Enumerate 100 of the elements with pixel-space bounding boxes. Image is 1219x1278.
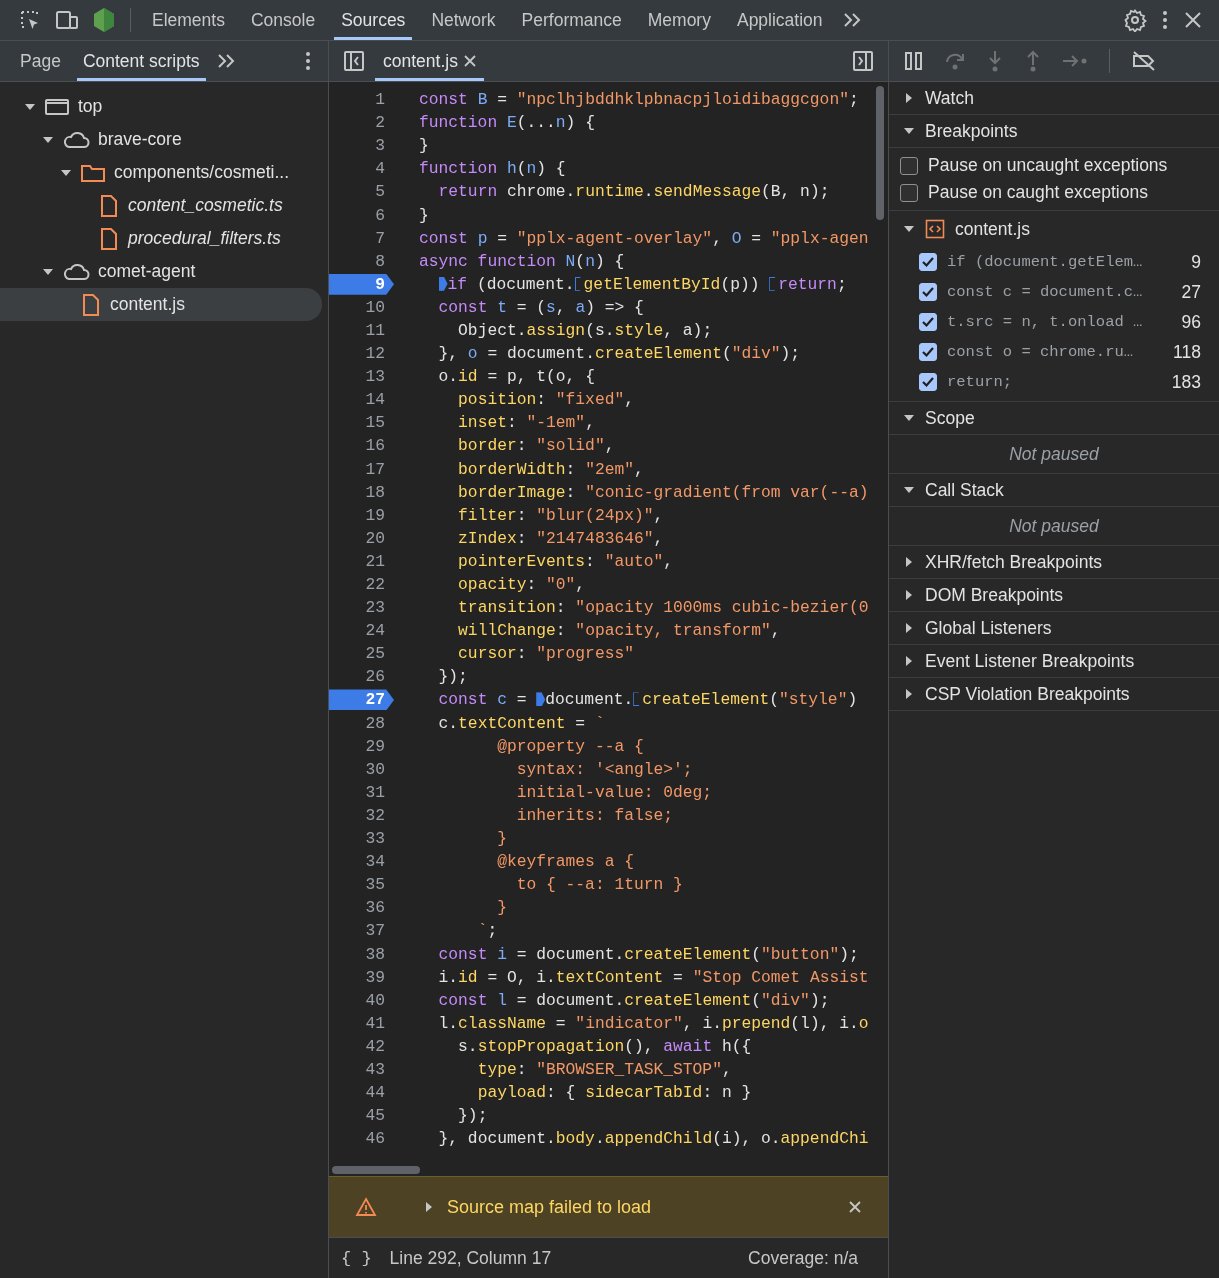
panel-tab[interactable]: Network: [424, 0, 503, 40]
line-number[interactable]: 14: [329, 389, 394, 411]
tree-label[interactable]: procedural_filters.ts: [128, 228, 281, 249]
line-number[interactable]: 30: [329, 758, 394, 780]
line-number[interactable]: 33: [329, 828, 394, 850]
line-number[interactable]: 38: [329, 943, 394, 965]
sidebar-toggle-icon[interactable]: [852, 50, 874, 72]
chevrons-icon[interactable]: [215, 52, 236, 70]
line-number[interactable]: 11: [329, 320, 394, 341]
line-number[interactable]: 42: [329, 1035, 394, 1057]
line-number[interactable]: 29: [329, 735, 394, 757]
tree-label[interactable]: content.js: [110, 294, 185, 315]
chevrons-icon[interactable]: [841, 11, 862, 29]
line-number[interactable]: 36: [329, 897, 394, 919]
tree-label[interactable]: components/cosmeti...: [114, 162, 290, 183]
code-line: }, document.body.appendChild(i), o.appendChi: [437, 1129, 869, 1149]
section-header[interactable]: Event Listener Breakpoints: [889, 645, 1219, 678]
sidebar-toggle-icon[interactable]: [343, 50, 365, 72]
line-number[interactable]: 35: [329, 874, 394, 896]
line-number[interactable]: 18: [329, 481, 394, 503]
line-number[interactable]: 37: [329, 920, 394, 942]
code-line: @property --a {: [496, 736, 644, 756]
line-number[interactable]: 26: [329, 666, 394, 688]
section-header[interactable]: Call Stack: [889, 474, 1219, 507]
line-number[interactable]: 23: [329, 597, 394, 619]
close-icon[interactable]: [848, 1200, 862, 1214]
line-number[interactable]: 3: [329, 135, 394, 157]
line-number[interactable]: 46: [329, 1128, 394, 1150]
line-number[interactable]: 25: [329, 643, 394, 665]
panel-tab[interactable]: Elements: [145, 0, 232, 40]
checkbox[interactable]: [900, 183, 918, 202]
line-number[interactable]: 27: [329, 689, 394, 711]
section-header[interactable]: CSP Violation Breakpoints: [889, 678, 1219, 711]
line-number[interactable]: 39: [329, 966, 394, 988]
line-number[interactable]: 28: [329, 712, 394, 734]
line-number[interactable]: 22: [329, 574, 394, 595]
scrollbar-thumb[interactable]: [876, 86, 884, 220]
line-number[interactable]: 16: [329, 435, 394, 457]
close-icon[interactable]: [1183, 10, 1203, 30]
navigator-tab[interactable]: Content scripts: [76, 41, 206, 81]
line-number[interactable]: 6: [329, 204, 394, 226]
section-header[interactable]: Breakpoints: [889, 115, 1219, 148]
line-number[interactable]: 24: [329, 620, 394, 642]
line-number[interactable]: 17: [329, 458, 394, 480]
line-number[interactable]: 32: [329, 804, 394, 826]
section-header[interactable]: Global Listeners: [889, 612, 1219, 645]
line-number[interactable]: 10: [329, 296, 394, 318]
line-number[interactable]: 21: [329, 550, 394, 572]
code-line: `;: [476, 921, 498, 941]
tree-label[interactable]: top: [78, 96, 103, 117]
close-icon[interactable]: [463, 55, 476, 67]
line-number[interactable]: 8: [329, 250, 394, 272]
line-number[interactable]: 15: [329, 412, 394, 434]
navigator-tab[interactable]: Page: [14, 41, 67, 81]
line-number[interactable]: 44: [329, 1082, 394, 1104]
tree-label[interactable]: comet-agent: [98, 261, 196, 282]
settings-icon[interactable]: [1123, 8, 1147, 32]
checkbox[interactable]: [919, 343, 937, 361]
line-number[interactable]: 43: [329, 1059, 394, 1080]
checkbox[interactable]: [919, 283, 937, 301]
line-number[interactable]: 40: [329, 989, 394, 1011]
line-number[interactable]: 5: [329, 181, 394, 203]
line-number[interactable]: 2: [329, 112, 394, 134]
line-number[interactable]: 7: [329, 227, 394, 249]
line-number[interactable]: 20: [329, 527, 394, 549]
section-header[interactable]: Scope: [889, 402, 1219, 435]
line-number[interactable]: 13: [329, 366, 394, 388]
panel-tab[interactable]: Application: [729, 0, 830, 40]
panel-tab[interactable]: Performance: [514, 0, 629, 40]
code-line: }: [419, 205, 429, 225]
scrollbar-thumb[interactable]: [332, 1166, 420, 1174]
line-number[interactable]: 4: [329, 158, 394, 180]
line-number[interactable]: 45: [329, 1105, 394, 1127]
line-number[interactable]: 9: [329, 273, 394, 295]
tree-item-highlight[interactable]: content.js: [0, 288, 322, 321]
line-number[interactable]: 31: [329, 781, 394, 803]
panel-tab[interactable]: Console: [243, 0, 323, 40]
section-header[interactable]: DOM Breakpoints: [889, 579, 1219, 612]
line-number[interactable]: 41: [329, 1012, 394, 1034]
code-line: const l = document.createElement("div");: [437, 990, 830, 1010]
line-number[interactable]: 12: [329, 343, 394, 365]
code-line: c.textContent = `: [437, 713, 605, 733]
checkbox[interactable]: [919, 253, 937, 271]
line-number[interactable]: 19: [329, 504, 394, 526]
device-icon[interactable]: [54, 8, 80, 32]
line-number[interactable]: 34: [329, 851, 394, 873]
section-header[interactable]: Watch: [889, 82, 1219, 115]
panel-tab[interactable]: Memory: [640, 0, 718, 40]
checkbox[interactable]: [919, 373, 937, 391]
code-line: });: [437, 667, 468, 687]
hexagon-icon[interactable]: [92, 7, 116, 33]
line-number[interactable]: 1: [329, 89, 394, 111]
checkbox[interactable]: [919, 313, 937, 331]
checkbox[interactable]: [900, 156, 918, 175]
pause-icon[interactable]: [903, 50, 925, 72]
code-line: position: "fixed",: [457, 390, 634, 410]
tree-label[interactable]: brave-core: [98, 129, 182, 150]
section-header[interactable]: XHR/fetch Breakpoints: [889, 546, 1219, 579]
pretty-print-button[interactable]: { }: [339, 1248, 374, 1268]
tree-label[interactable]: content_cosmetic.ts: [128, 195, 283, 216]
